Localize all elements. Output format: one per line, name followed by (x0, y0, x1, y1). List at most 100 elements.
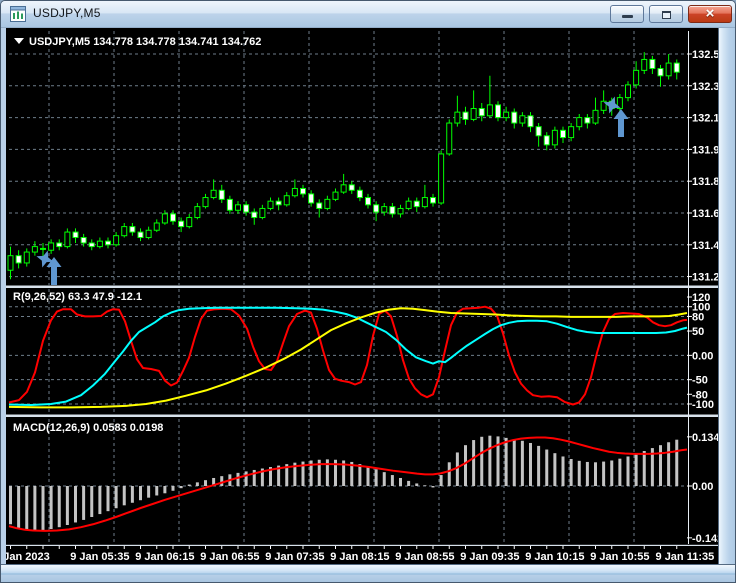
candle-bull (210, 189, 217, 199)
osc-tick-label: -50 (692, 375, 708, 387)
candle-bear (218, 189, 225, 200)
candle-bull (96, 240, 103, 248)
candle-bull (576, 117, 583, 128)
candle-bull (186, 217, 193, 228)
candle-bear (649, 58, 656, 70)
candle-bull (202, 197, 209, 208)
price-axis[interactable]: 132.500 132.325 132.150 131.975 131.800 131.6… (687, 49, 732, 284)
candle-bull (641, 58, 648, 71)
macd-tick-label: 0.1348 (692, 432, 718, 444)
candle-bull (283, 195, 290, 206)
symbol-dropdown-icon[interactable] (14, 38, 24, 44)
chart-window-icon (10, 6, 26, 22)
candle-bull (421, 197, 428, 208)
price-tick-label: 131.275 (692, 272, 718, 284)
candle-bear (413, 200, 420, 208)
candle-bear (170, 213, 176, 222)
time-tick-label: 9 Jan 08:55 (395, 551, 454, 563)
macd-indicator-label: MACD(12,26,9) 0.0583 0.0198 (13, 422, 163, 434)
buy-up-arrow-icon (613, 109, 629, 137)
restore-button[interactable] (649, 5, 683, 23)
candle-bear (511, 111, 518, 124)
osc-tick-label: 0.00 (692, 350, 713, 362)
candle-bear (535, 126, 542, 137)
candle-bear (356, 189, 363, 199)
macd-tick-label: 0.00 (692, 481, 713, 493)
time-tick-label: 9 Jan 09:35 (460, 551, 519, 563)
candle-bull (121, 226, 128, 237)
minimize-icon (622, 15, 633, 18)
candle-bear (543, 135, 550, 146)
price-tick-label: 132.500 (692, 49, 718, 61)
window-title: USDJPY,M5 (33, 6, 101, 20)
candle-bear (584, 117, 591, 124)
candle-bear (88, 242, 95, 248)
candle-bear (178, 220, 185, 228)
candle-bull (194, 206, 201, 219)
restore-icon (662, 11, 671, 19)
candle-bull (446, 122, 453, 155)
candle-bull (633, 69, 640, 86)
minimize-button[interactable] (610, 5, 644, 23)
candle-bull (568, 126, 575, 139)
candle-bear (527, 115, 534, 128)
time-axis[interactable]: 9 Jan 2023 9 Jan 05:35 9 Jan 06:15 9 Jan 06… (1, 546, 715, 563)
candle-bear (300, 187, 306, 195)
oscillator-panel (8, 305, 688, 409)
chart-header-ohlc: USDJPY,M5 134.778 134.778 134.741 134.76… (29, 36, 261, 48)
osc-tick-label: 80 (692, 311, 704, 323)
panel-separator (6, 285, 718, 288)
price-tick-label: 132.150 (692, 113, 718, 125)
candle-bull (381, 206, 388, 213)
candle-bear (226, 198, 233, 211)
macd-signal-line (8, 436, 688, 532)
candle-bear (560, 129, 566, 139)
candle-bear (243, 204, 250, 213)
time-tick-label: 9 Jan 08:15 (330, 551, 389, 563)
candlestick-series (7, 52, 680, 280)
time-tick-label: 9 Jan 06:55 (200, 551, 259, 563)
candle-bull (31, 246, 38, 253)
candle-bull (503, 111, 510, 119)
candle-bear (673, 62, 680, 73)
candle-bull (470, 108, 477, 120)
candle-bear (15, 255, 22, 264)
candle-bear (430, 197, 436, 204)
candle-bear (373, 204, 380, 213)
oscillator-scale-axis[interactable]: 12010080500.00-50-80-100 (687, 292, 714, 411)
time-tick-label: 9 Jan 10:15 (525, 551, 584, 563)
candle-bear (251, 211, 258, 219)
candle-bull (161, 213, 168, 224)
candle-bear (137, 231, 144, 239)
time-tick-label: 9 Jan 10:55 (590, 551, 649, 563)
window-controls: × (610, 5, 732, 23)
time-tick-label: 9 Jan 06:15 (135, 551, 194, 563)
time-tick-label: 9 Jan 07:35 (265, 551, 324, 563)
candle-bull (405, 200, 412, 209)
time-tick-label: 9 Jan 2023 (6, 551, 50, 563)
candle-bear (105, 240, 111, 246)
time-tick-label: 9 Jan 11:35 (656, 551, 715, 563)
buy-arrow-markers (36, 96, 629, 285)
macd-scale-axis[interactable]: 0.1348 0.00 -0.1422 (687, 432, 729, 545)
candle-bull (113, 235, 120, 246)
candle-bull (625, 84, 631, 99)
candle-bear (462, 111, 469, 120)
window-titlebar[interactable]: USDJPY,M5 × (1, 1, 735, 28)
window-frame-bottom (1, 564, 735, 582)
close-button[interactable]: × (688, 5, 732, 23)
candle-bear (80, 237, 87, 244)
candle-bull (438, 153, 445, 204)
candle-bear (657, 68, 664, 77)
close-icon: × (705, 5, 715, 22)
candle-bull (48, 242, 55, 251)
mt4-chart-window: USDJPY,M5 × 132.500 132.325 132.150 131.975… (0, 0, 736, 583)
price-tick-label: 131.450 (692, 240, 718, 252)
macd-tick-label: -0.1422 (692, 533, 718, 545)
candle-bull (7, 255, 14, 271)
candle-bull (332, 191, 339, 200)
candle-bear (478, 108, 485, 117)
candle-bull (551, 129, 558, 146)
chart-area[interactable]: 132.500 132.325 132.150 131.975 131.800 131.6… (1, 28, 732, 564)
candle-bull (397, 207, 404, 215)
